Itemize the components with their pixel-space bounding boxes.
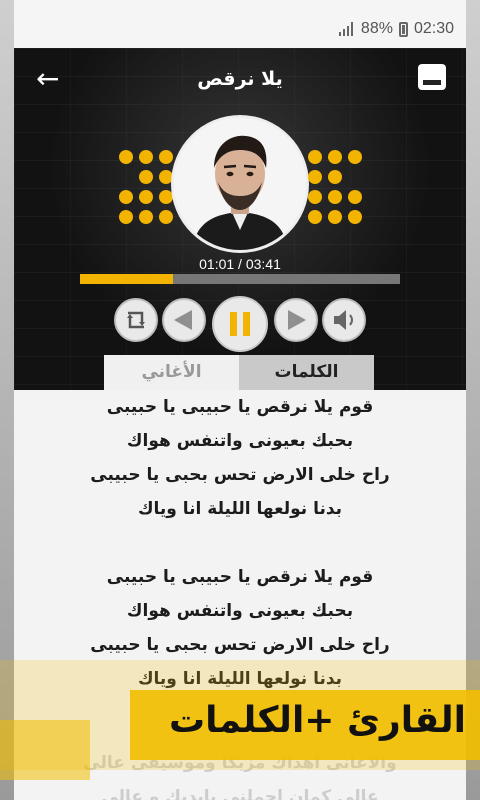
lyrics-toggle-icon[interactable] xyxy=(418,64,446,90)
artist-avatar xyxy=(174,118,306,250)
player-panel: ← يلا نرقص 01:01 / 03:41 الأغاني الكلمات xyxy=(14,48,466,390)
playback-controls xyxy=(14,296,466,352)
progress-fill xyxy=(80,274,173,284)
lyric-line: قوم يلا نرقص يا حبيبى يا حبيبى xyxy=(106,567,374,587)
lyric-line: راح خلى الارض تحس بحبى يا حبيبى xyxy=(90,465,390,485)
status-indicators: 88% 02:30 xyxy=(338,20,454,38)
lyric-line: راح خلى الارض تحس بحبى يا حبيبى xyxy=(90,635,390,655)
lyric-line: بحبك بعيونى واتنفس هواك xyxy=(126,601,354,621)
tab-bar: الأغاني الكلمات xyxy=(104,355,374,390)
tab-lyrics[interactable]: الكلمات xyxy=(239,355,374,390)
clock: 02:30 xyxy=(413,20,454,37)
promo-banner-strip xyxy=(0,720,90,780)
previous-icon[interactable] xyxy=(162,298,206,342)
battery-icon xyxy=(398,21,408,37)
repeat-icon[interactable] xyxy=(114,298,158,342)
speaker-dots-right xyxy=(308,150,364,224)
promo-banner-text: القارئ +الكلمات xyxy=(168,700,466,741)
tab-songs[interactable]: الأغاني xyxy=(104,355,239,390)
next-icon[interactable] xyxy=(274,298,318,342)
volume-icon[interactable] xyxy=(322,298,366,342)
pause-button[interactable] xyxy=(212,296,268,352)
lyric-line: قوم يلا نرقص يا حبيبى يا حبيبى xyxy=(106,397,374,417)
lyric-line: بدنا نولعها الليلة انا وياك xyxy=(137,499,343,519)
lyrics-panel: قوم يلا نرقص يا حبيبى يا حبيبى بحبك بعيو… xyxy=(14,390,466,696)
time-display: 01:01 / 03:41 xyxy=(199,256,281,272)
song-title: يلا نرقص xyxy=(197,68,283,90)
battery-percent: 88% xyxy=(360,20,393,37)
progress-bar[interactable] xyxy=(80,274,400,284)
lyric-line-faded: عالى كمان احملني بإيديك و عالى xyxy=(101,787,379,800)
lyric-line: بحبك بعيونى واتنفس هواك xyxy=(126,431,354,451)
signal-icon xyxy=(338,22,355,36)
speaker-dots-left xyxy=(119,150,175,224)
